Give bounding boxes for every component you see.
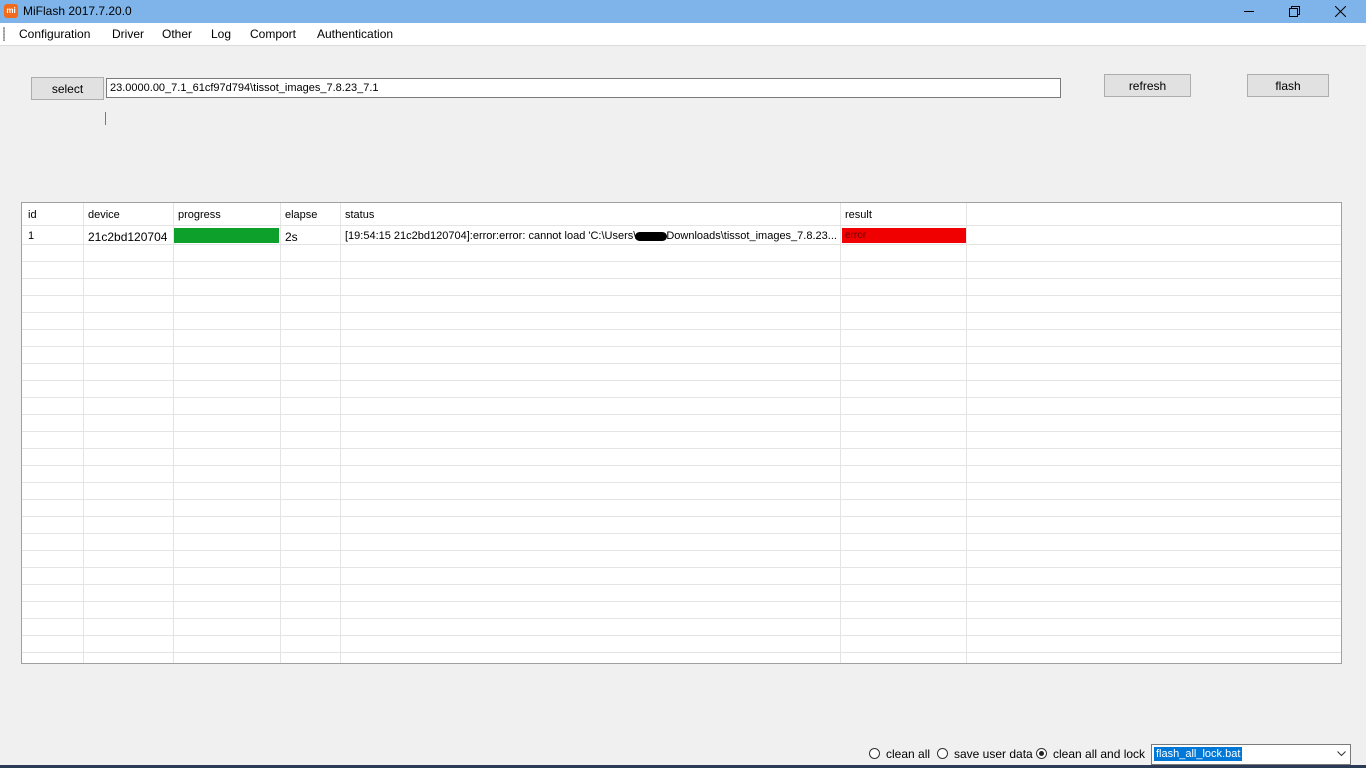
- grid-row-divider: [22, 652, 1341, 653]
- menu-grip-icon: [3, 27, 5, 41]
- menu-other[interactable]: Other: [162, 27, 192, 41]
- restore-button[interactable]: [1272, 0, 1318, 23]
- column-header-id[interactable]: id: [28, 209, 37, 221]
- option-label: save user data: [954, 747, 1033, 761]
- grid-row-divider: [22, 482, 1341, 483]
- cell-elapse: 2s: [285, 230, 298, 244]
- grid-row-divider: [22, 601, 1341, 602]
- close-button[interactable]: [1318, 0, 1364, 23]
- window-title: MiFlash 2017.7.20.0: [23, 4, 132, 18]
- radio-save-user-data[interactable]: [937, 748, 948, 759]
- cell-status: [19:54:15 21c2bd120704]:error:error: can…: [345, 230, 837, 242]
- script-select[interactable]: flash_all_lock.bat: [1151, 744, 1351, 765]
- menu-driver[interactable]: Driver: [112, 27, 144, 41]
- grid-column-divider: [966, 203, 967, 663]
- column-header-status[interactable]: status: [345, 209, 374, 221]
- option-label: clean all: [886, 747, 931, 761]
- column-header-device[interactable]: device: [88, 209, 120, 221]
- status-text-end: Downloads\tissot_images_7.8.23...: [666, 230, 837, 242]
- column-header-elapse[interactable]: elapse: [285, 209, 317, 221]
- status-text-start: [19:54:15 21c2bd120704]:error:error: can…: [345, 230, 637, 242]
- column-header-result[interactable]: result: [845, 209, 872, 221]
- grid-row-divider: [22, 516, 1341, 517]
- chevron-down-icon[interactable]: [1337, 751, 1346, 757]
- grid-row-divider: [22, 550, 1341, 551]
- grid-row-divider: [22, 431, 1341, 432]
- grid-row-divider: [22, 346, 1341, 347]
- column-header-progress[interactable]: progress: [178, 209, 221, 221]
- grid-column-divider: [340, 203, 341, 663]
- grid-row-divider: [22, 618, 1341, 619]
- cell-id: 1: [28, 230, 35, 242]
- grid-column-divider: [173, 203, 174, 663]
- grid-row-divider: [22, 261, 1341, 262]
- flash-button[interactable]: flash: [1247, 74, 1329, 97]
- script-select-value: flash_all_lock.bat: [1152, 746, 1244, 762]
- grid-row-divider: [22, 312, 1341, 313]
- menu-configuration[interactable]: Configuration: [19, 27, 90, 41]
- menu-bar: Configuration Driver Other Log Comport A…: [0, 23, 1366, 46]
- grid-row-divider: [22, 448, 1341, 449]
- select-button[interactable]: select: [31, 77, 104, 100]
- cell-result: error: [845, 230, 867, 241]
- grid-row-divider: [22, 533, 1341, 534]
- grid-row-divider: [22, 414, 1341, 415]
- radio-clean-all[interactable]: [869, 748, 880, 759]
- text-caret: [105, 112, 106, 125]
- grid-row-divider: [22, 278, 1341, 279]
- redaction-mark: [635, 231, 668, 241]
- title-bar: mi MiFlash 2017.7.20.0: [0, 0, 1366, 23]
- menu-comport[interactable]: Comport: [250, 27, 296, 41]
- radio-clean-all-and-lock[interactable]: [1036, 748, 1047, 759]
- refresh-button[interactable]: refresh: [1104, 74, 1191, 97]
- progress-bar: [174, 228, 279, 243]
- option-label: clean all and lock: [1053, 747, 1146, 761]
- restore-icon: [1289, 6, 1300, 17]
- device-grid[interactable]: id device progress elapse status result …: [21, 202, 1342, 664]
- grid-header-divider: [22, 225, 1341, 226]
- minimize-button[interactable]: [1227, 0, 1273, 23]
- menu-authentication[interactable]: Authentication: [317, 27, 393, 41]
- grid-row-divider: [22, 567, 1341, 568]
- mi-logo-icon: mi: [4, 4, 18, 18]
- grid-row-divider: [22, 499, 1341, 500]
- grid-column-divider: [280, 203, 281, 663]
- rom-path-input[interactable]: 23.0000.00_7.1_61cf97d794\tissot_images_…: [106, 78, 1061, 98]
- grid-row-divider: [22, 397, 1341, 398]
- grid-column-divider: [840, 203, 841, 663]
- minimize-icon: [1244, 11, 1254, 12]
- grid-row-divider: [22, 295, 1341, 296]
- grid-row-divider: [22, 465, 1341, 466]
- grid-row-divider: [22, 363, 1341, 364]
- grid-column-divider: [83, 203, 84, 663]
- grid-row-divider: [22, 244, 1341, 245]
- grid-row-divider: [22, 380, 1341, 381]
- grid-row-divider: [22, 635, 1341, 636]
- close-icon: [1335, 6, 1346, 17]
- menu-log[interactable]: Log: [211, 27, 231, 41]
- cell-device: 21c2bd120704: [88, 230, 168, 244]
- grid-row-divider: [22, 329, 1341, 330]
- grid-row-divider: [22, 584, 1341, 585]
